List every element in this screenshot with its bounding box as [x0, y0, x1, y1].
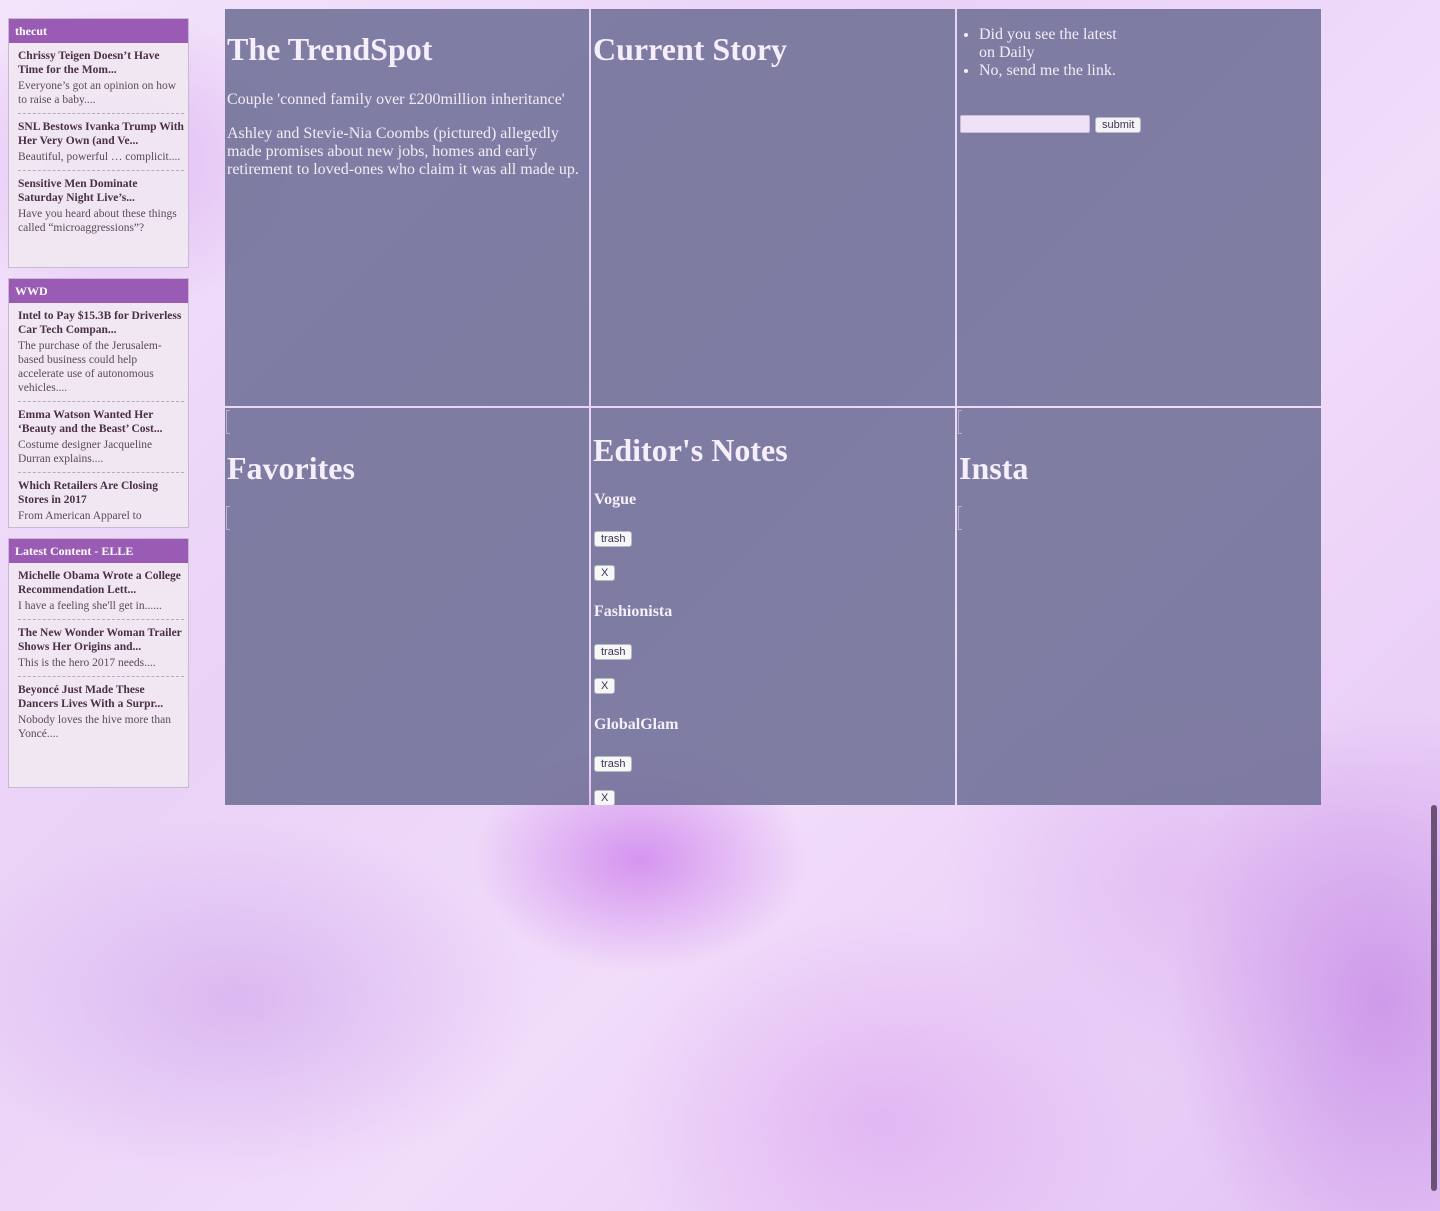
favorites-title: Favorites	[227, 450, 355, 486]
close-button[interactable]: X	[594, 678, 616, 694]
feed-item-title[interactable]: Emma Watson Wanted Her ‘Beauty and the B…	[18, 408, 184, 436]
feed-item-title[interactable]: Sensitive Men Dominate Saturday Night Li…	[18, 177, 184, 205]
feed-item[interactable]: Beyoncé Just Made These Dancers Lives Wi…	[18, 677, 184, 747]
feed-item[interactable]: Sensitive Men Dominate Saturday Night Li…	[18, 171, 184, 241]
note-source-fashionista: Fashionista	[594, 603, 673, 620]
scrollbar-thumb[interactable]	[1431, 805, 1437, 1191]
feed-item-title[interactable]: The New Wonder Woman Trailer Shows Her O…	[18, 626, 184, 654]
chat-messages: Did you see the latest on Daily No, send…	[957, 26, 1119, 80]
story-body: Ashley and Stevie-Nia Coombs (pictured) …	[227, 125, 579, 178]
feed-item-desc: Everyone’s got an opinion on how to rais…	[18, 80, 177, 106]
feed-item-desc: Have you heard about these things called…	[18, 208, 177, 234]
feed-item-desc: Costume designer Jacqueline Durran expla…	[18, 439, 153, 465]
feed-item[interactable]: Which Retailers Are Closing Stores in 20…	[18, 473, 184, 527]
feed-item-desc: Beautiful, powerful … complicit....	[18, 151, 181, 163]
close-button[interactable]: X	[594, 565, 616, 581]
current-story-title: Current Story	[593, 31, 788, 67]
feed-item[interactable]: Emma Watson Wanted Her ‘Beauty and the B…	[18, 402, 184, 473]
message-input[interactable]	[960, 115, 1090, 133]
feed-header: Latest Content - ELLE	[9, 539, 188, 563]
feed-item[interactable]: Intel to Pay $15.3B for Driverless Car T…	[18, 303, 184, 402]
chat-message: Did you see the latest on Daily	[979, 26, 1119, 62]
insta-title: Insta	[959, 450, 1029, 486]
feed-header: thecut	[9, 19, 188, 43]
feed-thecut: thecut Chrissy Teigen Doesn’t Have Time …	[8, 18, 189, 268]
drop-zone-bottom-marker	[226, 506, 230, 530]
favorites-panel: Favorites	[225, 408, 589, 805]
feed-wwd: WWD Intel to Pay $15.3B for Driverless C…	[8, 278, 189, 528]
trash-button[interactable]: trash	[594, 531, 633, 547]
trash-button[interactable]: trash	[594, 644, 633, 660]
feed-item-title[interactable]: Michelle Obama Wrote a College Recommend…	[18, 569, 184, 597]
drop-zone-bottom-marker	[958, 506, 962, 530]
feed-item-title[interactable]: Which Retailers Are Closing Stores in 20…	[18, 479, 184, 507]
current-story-panel: Current Story	[591, 9, 955, 406]
feed-elle: Latest Content - ELLE Michelle Obama Wro…	[8, 538, 189, 788]
feed-item-title[interactable]: Intel to Pay $15.3B for Driverless Car T…	[18, 309, 184, 337]
story-headline[interactable]: Couple 'conned family over £200million i…	[227, 91, 583, 109]
insta-panel: Insta	[957, 408, 1321, 805]
editors-notes-title: Editor's Notes	[593, 432, 788, 468]
submit-button[interactable]: submit	[1095, 117, 1142, 133]
editors-notes-panel: Editor's Notes Vogue trash X Fashionista…	[591, 408, 955, 805]
chat-message: No, send me the link.	[979, 62, 1119, 80]
feed-item-title[interactable]: SNL Bestows Ivanka Trump With Her Very O…	[18, 120, 184, 148]
feed-item-desc: The purchase of the Jerusalem-based busi…	[18, 340, 162, 394]
close-button[interactable]: X	[594, 790, 616, 805]
feed-item[interactable]: Michelle Obama Wrote a College Recommend…	[18, 563, 184, 620]
note-source-globalglam: GlobalGlam	[594, 716, 679, 733]
trash-button[interactable]: trash	[594, 756, 633, 772]
feed-header: WWD	[9, 279, 188, 303]
feed-item-desc: I have a feeling she'll get in......	[18, 600, 162, 612]
feed-item-desc: Nobody loves the hive more than Yoncé...…	[18, 714, 171, 740]
note-source-vogue: Vogue	[594, 491, 637, 508]
drop-zone-top-marker	[958, 410, 962, 434]
feed-item-desc: This is the hero 2017 needs....	[18, 657, 156, 669]
feed-item[interactable]: Chrissy Teigen Doesn’t Have Time for the…	[18, 43, 184, 114]
feed-item[interactable]: The New Wonder Woman Trailer Shows Her O…	[18, 620, 184, 677]
trendspot-title: The TrendSpot	[227, 31, 433, 67]
feed-item-desc: From American Apparel to	[18, 510, 142, 522]
chat-panel: Did you see the latest on Daily No, send…	[957, 9, 1321, 406]
trendspot-panel: The TrendSpot Couple 'conned family over…	[225, 9, 589, 406]
drop-zone-top-marker	[226, 410, 230, 434]
feed-item-title[interactable]: Chrissy Teigen Doesn’t Have Time for the…	[18, 49, 184, 77]
feed-item[interactable]: SNL Bestows Ivanka Trump With Her Very O…	[18, 114, 184, 171]
feed-item-title[interactable]: Beyoncé Just Made These Dancers Lives Wi…	[18, 683, 184, 711]
